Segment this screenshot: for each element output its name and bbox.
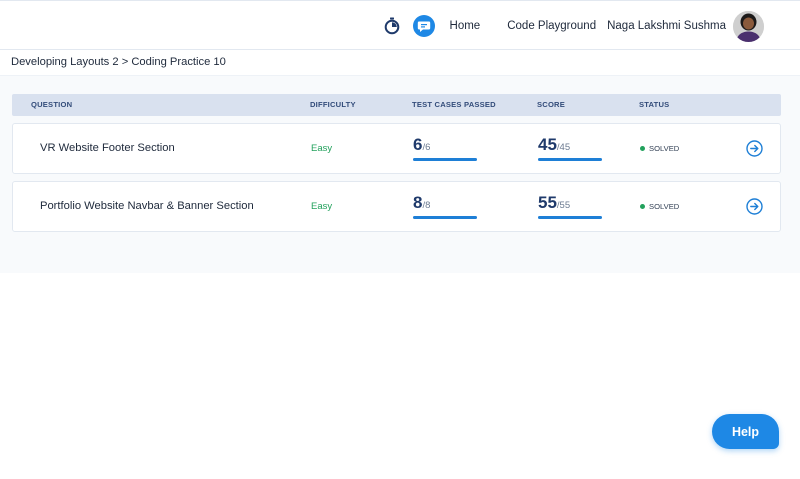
table-row[interactable]: VR Website Footer Section Easy 6/6 45/45… [12,123,781,174]
tests-total-value: /6 [422,142,431,153]
questions-panel: QUESTION DIFFICULTY TEST CASES PASSED SC… [0,75,800,273]
score-metric: 55/55 [538,193,602,219]
tests-progress-fill [413,158,477,161]
question-title[interactable]: Portfolio Website Navbar & Banner Sectio… [40,182,254,231]
arrow-right-circle-icon[interactable] [746,198,763,215]
tests-progress-fill [413,216,477,219]
top-navbar: Home Code Playground Naga Lakshmi Sushma [0,0,800,50]
difficulty-label: Easy [311,201,333,212]
score-total-value: /45 [556,142,571,153]
score-value: 55 [538,193,557,212]
nav-right-group: Home Code Playground Naga Lakshmi Sushma [383,1,764,51]
column-header-difficulty: DIFFICULTY [310,100,356,109]
score-progress-fill [538,158,602,161]
column-header-score: SCORE [537,100,566,109]
column-header-test-cases: TEST CASES PASSED [412,100,496,109]
table-row[interactable]: Portfolio Website Navbar & Banner Sectio… [12,181,781,232]
tests-progress-bar [413,158,477,161]
status-dot [640,203,645,209]
status-dot [640,145,645,151]
score-progress-bar [538,216,602,219]
score-progress-fill [538,216,602,219]
score-total-value: /55 [556,200,571,211]
user-avatar[interactable] [733,10,764,42]
status-badge: SOLVED [640,124,679,173]
tests-total-value: /8 [422,200,431,211]
status-label: SOLVED [649,202,680,211]
chat-bubble-icon[interactable] [412,15,435,37]
breadcrumb[interactable]: Developing Layouts 2 > Coding Practice 1… [11,56,226,68]
column-header-question: QUESTION [31,100,73,109]
column-header-status: STATUS [639,100,670,109]
status-label: SOLVED [649,144,680,153]
nav-home-link[interactable]: Home [450,20,481,32]
test-cases-metric: 8/8 [413,193,477,219]
question-title[interactable]: VR Website Footer Section [40,124,175,173]
arrow-right-circle-icon[interactable] [746,140,763,157]
tests-progress-bar [413,216,477,219]
table-header: QUESTION DIFFICULTY TEST CASES PASSED SC… [12,94,781,116]
user-name[interactable]: Naga Lakshmi Sushma [607,20,726,32]
difficulty-label: Easy [311,143,333,154]
score-value: 45 [538,135,557,154]
score-metric: 45/45 [538,135,602,161]
nav-code-playground-link[interactable]: Code Playground [507,20,596,32]
status-badge: SOLVED [640,182,679,231]
help-button[interactable]: Help [712,414,779,449]
stopwatch-icon[interactable] [383,17,401,35]
score-progress-bar [538,158,602,161]
test-cases-metric: 6/6 [413,135,477,161]
